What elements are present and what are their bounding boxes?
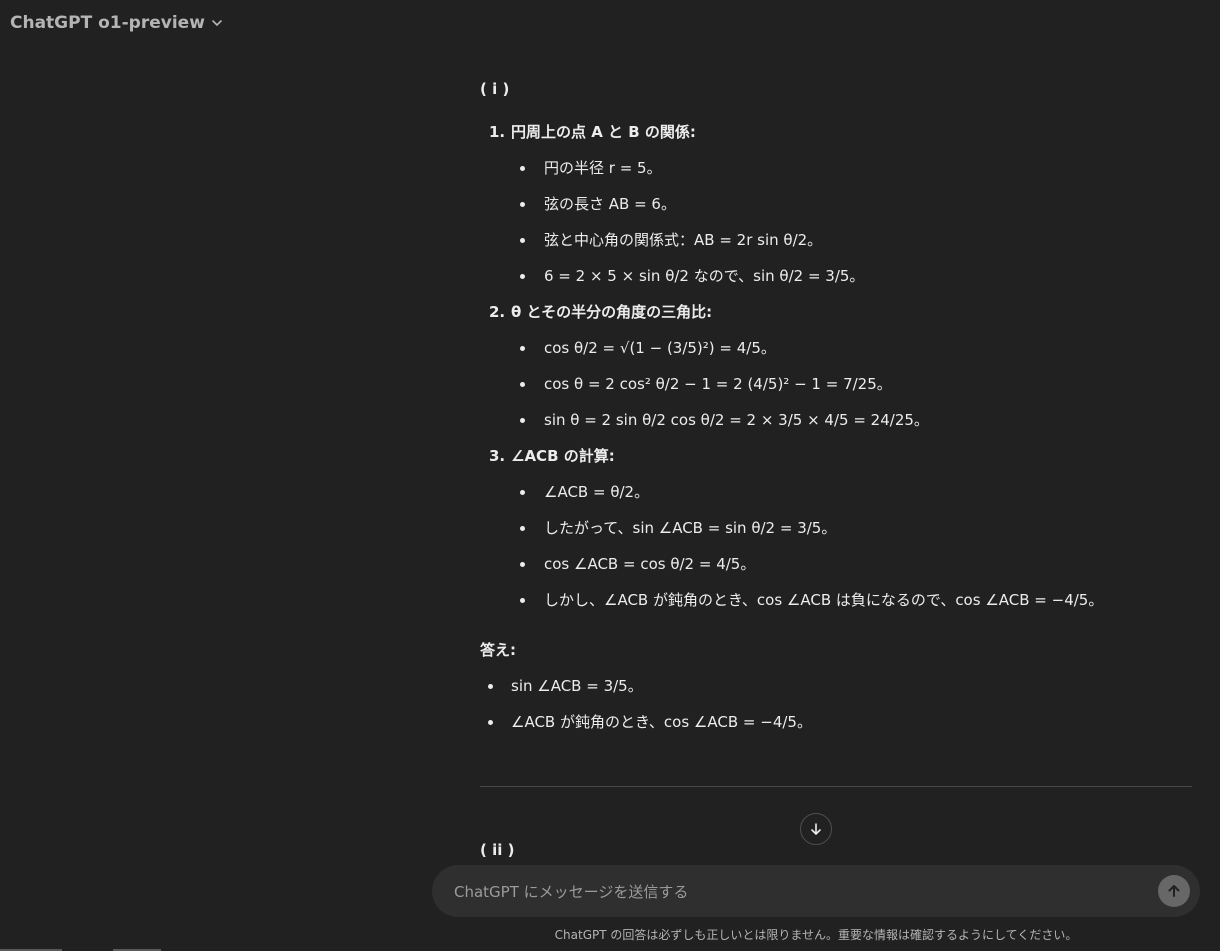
solution-steps: 1. 円周上の点 A と B の関係: 円の半径 r = 5。 弦の長さ AB …: [480, 114, 1192, 618]
answer-heading: 答え:: [480, 641, 516, 659]
arrow-down-icon: [811, 823, 821, 835]
chevron-down-icon: [212, 20, 222, 27]
step-title: θ とその半分の角度の三角比:: [511, 303, 713, 321]
section-heading-i: ( i ): [480, 80, 510, 98]
model-selector[interactable]: ChatGPT o1-preview: [10, 13, 223, 33]
step-title: 円周上の点 A と B の関係:: [511, 123, 696, 141]
step-item: 3. ∠ACB の計算: ∠ACB = θ/2。 したがって、sin ∠ACB …: [480, 438, 1192, 618]
list-item: 弦の長さ AB = 6。: [480, 186, 1192, 222]
send-button[interactable]: [1158, 875, 1190, 907]
list-item: 弦と中心角の関係式：AB = 2r sin θ/2。: [480, 222, 1192, 258]
assistant-message: ( i ) 1. 円周上の点 A と B の関係: 円の半径 r = 5。 弦の…: [480, 80, 1192, 740]
list-item: しかし、∠ACB が鈍角のとき、cos ∠ACB は負になるので、cos ∠AC…: [480, 582, 1192, 618]
step-bullets: cos θ/2 = √(1 − (3/5)²) = 4/5。 cos θ = 2…: [480, 330, 1192, 438]
list-item: cos θ = 2 cos² θ/2 − 1 = 2 (4/5)² − 1 = …: [480, 366, 1192, 402]
step-number: 2.: [489, 303, 506, 321]
list-item: 円の半径 r = 5。: [480, 150, 1192, 186]
step-item: 2. θ とその半分の角度の三角比: cos θ/2 = √(1 − (3/5)…: [480, 294, 1192, 438]
message-input[interactable]: [452, 877, 1146, 907]
step-number: 1.: [489, 123, 506, 141]
step-number: 3.: [489, 447, 506, 465]
disclaimer-text: ChatGPT の回答は必ずしも正しいとは限りません。重要な情報は確認するように…: [554, 928, 1078, 942]
arrow-up-icon: [1168, 885, 1180, 897]
step-title: ∠ACB の計算:: [511, 447, 615, 465]
list-item: sin ∠ACB = 3/5。: [480, 668, 1192, 704]
list-item: cos ∠ACB = cos θ/2 = 4/5。: [480, 546, 1192, 582]
step-bullets: ∠ACB = θ/2。 したがって、sin ∠ACB = sin θ/2 = 3…: [480, 474, 1192, 618]
top-bar: ChatGPT o1-preview: [0, 0, 1220, 50]
list-item: ∠ACB が鈍角のとき、cos ∠ACB = −4/5。: [480, 704, 1192, 740]
step-item: 1. 円周上の点 A と B の関係: 円の半径 r = 5。 弦の長さ AB …: [480, 114, 1192, 294]
scroll-to-bottom-button[interactable]: [800, 813, 832, 845]
message-composer: [432, 865, 1200, 917]
list-item: したがって、sin ∠ACB = sin θ/2 = 3/5。: [480, 510, 1192, 546]
list-item: cos θ/2 = √(1 − (3/5)²) = 4/5。: [480, 330, 1192, 366]
step-bullets: 円の半径 r = 5。 弦の長さ AB = 6。 弦と中心角の関係式：AB = …: [480, 150, 1192, 294]
list-item: sin θ = 2 sin θ/2 cos θ/2 = 2 × 3/5 × 4/…: [480, 402, 1192, 438]
list-item: ∠ACB = θ/2。: [480, 474, 1192, 510]
list-item: 6 = 2 × 5 × sin θ/2 なので、sin θ/2 = 3/5。: [480, 258, 1192, 294]
section-heading-ii: ( ii ): [480, 841, 515, 859]
section-divider: [480, 786, 1192, 787]
answer-list: sin ∠ACB = 3/5。 ∠ACB が鈍角のとき、cos ∠ACB = −…: [480, 668, 1192, 740]
model-label: ChatGPT o1-preview: [10, 13, 205, 33]
